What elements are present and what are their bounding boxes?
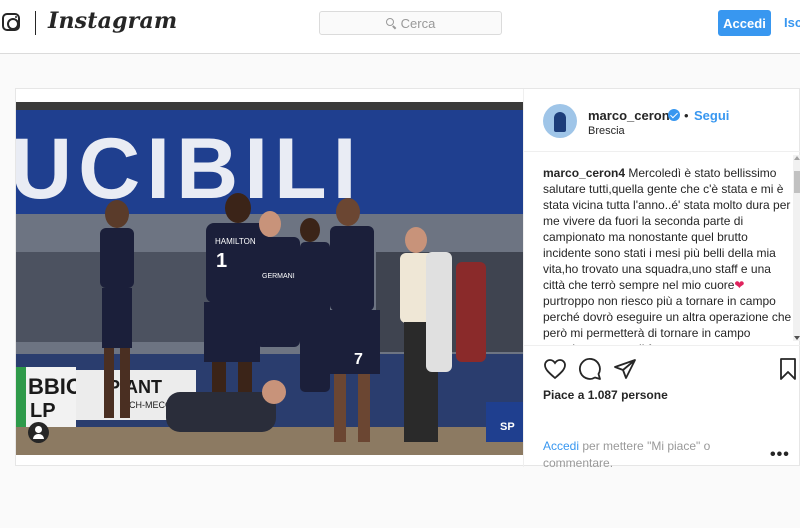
tagged-people-icon[interactable] (28, 422, 49, 443)
caption-username[interactable]: marco_ceron4 (543, 166, 625, 180)
share-paper-plane-icon[interactable] (613, 357, 637, 381)
post-actions: Piace a 1.087 persone Accedi per mettere… (524, 345, 800, 470)
more-options-icon[interactable]: ••• (770, 446, 790, 464)
scrollbar-thumb[interactable] (794, 171, 800, 193)
header-separator: • (684, 108, 689, 123)
jersey-name: HAMILTON (215, 237, 256, 246)
sponsor-right-line1: PIANT (108, 377, 162, 397)
avatar[interactable] (543, 104, 577, 138)
post-location[interactable]: Brescia (588, 125, 625, 137)
login-link[interactable]: Accedi (543, 439, 579, 453)
post-sidebar: marco_ceron4 • Segui Brescia marco_ceron… (523, 89, 800, 470)
follow-button[interactable]: Segui (694, 108, 729, 123)
post-author-username[interactable]: marco_ceron4 (588, 108, 677, 123)
verified-badge-icon (668, 109, 680, 121)
scroll-down-arrow-icon[interactable] (794, 336, 800, 340)
likes-count[interactable]: Piace a 1.087 persone (543, 388, 668, 402)
search-icon (385, 18, 396, 28)
instagram-camera-icon[interactable] (2, 13, 20, 31)
post-card: UCIBILI BBIO LP PIANT RICH-MECC SP HAMIL… (15, 88, 800, 470)
heart-outline-icon[interactable] (543, 357, 567, 381)
bookmark-icon[interactable] (776, 357, 800, 381)
jersey-sponsor: GERMANI (262, 273, 295, 280)
top-navigation-bar: Instagram Cerca Accedi Iscriviti (0, 0, 800, 54)
caption-scrollbar[interactable] (793, 155, 800, 341)
sponsor-left-line1: BBIO (28, 374, 83, 399)
heart-emoji-icon: ❤ (734, 278, 745, 292)
logo-divider (35, 11, 36, 35)
post-header: marco_ceron4 • Segui Brescia (524, 89, 800, 152)
signup-link[interactable]: Iscriviti (784, 15, 800, 30)
floor-logo: SP (500, 421, 515, 433)
search-placeholder: Cerca (400, 15, 436, 31)
login-button[interactable]: Accedi (718, 10, 771, 36)
caption-text-part1: Mercoledì è stato bellissimo salutare tu… (543, 166, 791, 292)
caption-text-part2: purtroppo non riesco più a tornare in ca… (543, 294, 792, 345)
scroll-up-arrow-icon[interactable] (794, 156, 800, 160)
jersey-number-1: 1 (216, 250, 227, 272)
instagram-wordmark[interactable]: Instagram (48, 8, 177, 34)
caption-scroll-area[interactable]: marco_ceron4 Mercoledì è stato bellissim… (524, 153, 800, 345)
banner-text: UCIBILI (16, 121, 363, 217)
post-photo[interactable]: UCIBILI BBIO LP PIANT RICH-MECC SP HAMIL… (16, 102, 523, 455)
search-input[interactable]: Cerca (319, 11, 502, 35)
jersey-number-2: 7 (354, 351, 363, 368)
post-caption: marco_ceron4 Mercoledì è stato bellissim… (543, 165, 795, 345)
login-to-like-hint: Accedi per mettere "Mi piace" o commenta… (543, 438, 743, 472)
comment-bubble-icon[interactable] (578, 357, 602, 381)
sponsor-left-line2: LP (30, 400, 56, 422)
